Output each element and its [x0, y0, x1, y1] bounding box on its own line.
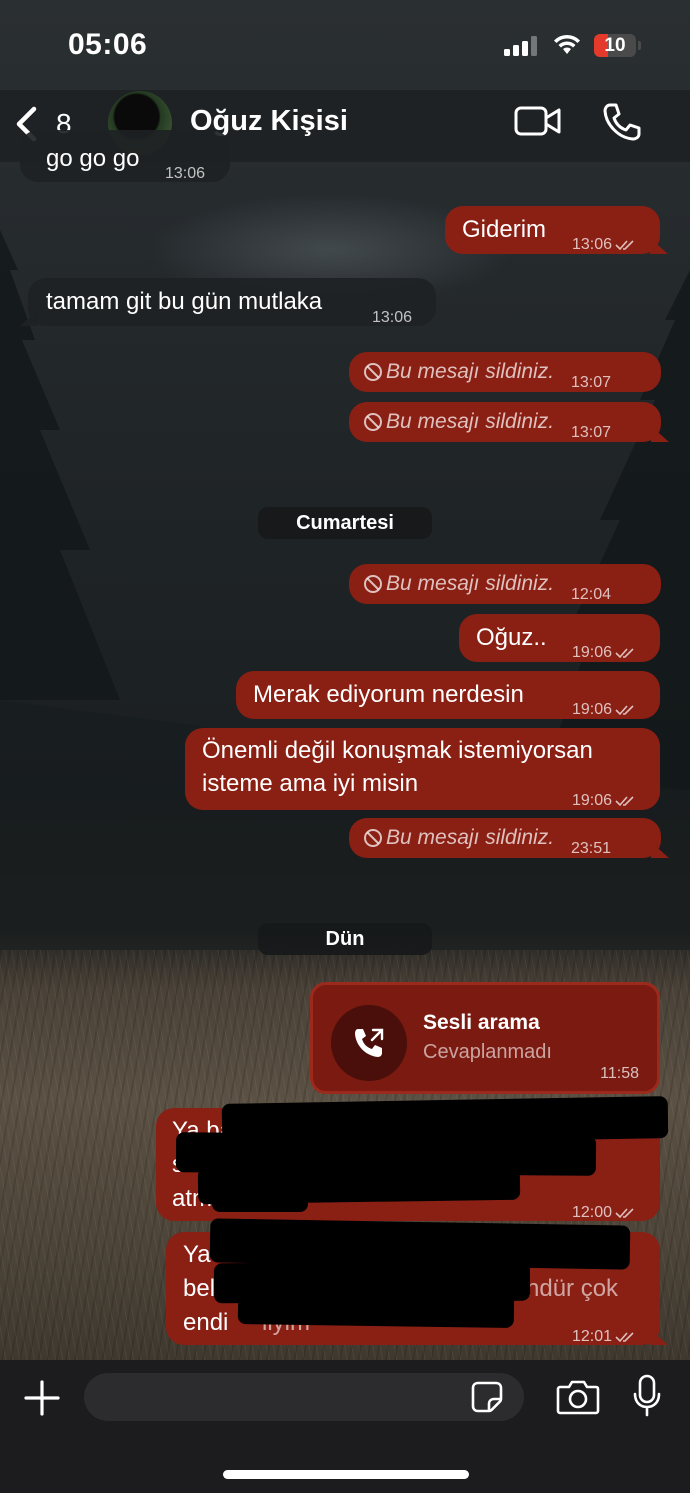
message-text-fragment: endi	[183, 1309, 229, 1336]
message-time: 19:06	[572, 636, 635, 670]
message-deleted[interactable]: Bu mesajı sildiniz. 23:51	[349, 818, 669, 858]
microphone-icon[interactable]	[632, 1374, 662, 1418]
composer-bar	[0, 1360, 690, 1493]
outgoing-call-icon	[355, 1028, 384, 1057]
message-text-line2: isteme ama iyi misin	[202, 770, 419, 797]
message-deleted[interactable]: Bu mesajı sildiniz. 13:07	[349, 402, 669, 442]
message-time: 13:06	[572, 228, 635, 262]
read-ticks-icon	[615, 705, 634, 715]
message-outgoing[interactable]: Önemli değil konuşmak istemiyorsan istem…	[185, 728, 660, 810]
message-time: 13:07	[571, 374, 612, 391]
read-ticks-icon	[615, 648, 634, 658]
read-ticks-icon	[615, 240, 634, 250]
message-text: tamam git bu gün mutlaka	[46, 288, 323, 315]
message-time: 19:06	[572, 784, 635, 818]
cellular-signal-icon	[504, 36, 538, 56]
home-indicator[interactable]	[223, 1470, 469, 1479]
deleted-icon	[364, 413, 382, 431]
message-time: 23:51	[571, 840, 612, 857]
message-deleted[interactable]: Bu mesajı sildiniz. 12:04	[349, 564, 661, 604]
call-status: Cevaplanmadı	[423, 1041, 552, 1063]
message-time: 13:06	[372, 309, 413, 326]
message-time-value: 19:06	[572, 701, 613, 718]
message-text-fragment: bel	[183, 1275, 216, 1302]
battery-level: 10	[604, 35, 626, 56]
call-title: Sesli arama	[423, 1011, 540, 1034]
message-text: Bu mesajı sildiniz.	[386, 360, 555, 383]
battery-tip	[638, 41, 641, 50]
message-outgoing[interactable]: Giderim 13:06	[445, 206, 668, 254]
deleted-icon	[364, 829, 382, 847]
message-text-fragment: ndür çok	[526, 1275, 619, 1302]
message-time-value: 19:06	[572, 644, 613, 661]
sticker-icon[interactable]	[470, 1380, 504, 1414]
message-text-line1: Önemli değil konuşmak istemiyorsan	[202, 737, 593, 764]
wifi-icon	[554, 34, 580, 54]
missed-call-card[interactable]: Sesli arama Cevaplanmadı 11:58	[310, 982, 660, 1094]
message-text: Bu mesajı sildiniz.	[386, 572, 555, 595]
read-ticks-icon	[615, 1332, 634, 1342]
redaction-scribble	[212, 1190, 308, 1212]
message-text: Merak ediyorum nerdesin	[253, 681, 524, 708]
message-text: Oğuz..	[476, 624, 547, 651]
message-time: 13:06	[165, 165, 206, 182]
battery-icon: 10	[594, 34, 636, 57]
status-bar: 05:06 10	[0, 0, 690, 90]
read-ticks-icon	[615, 796, 634, 806]
camera-icon[interactable]	[556, 1378, 600, 1416]
message-deleted[interactable]: Bu mesajı sildiniz. 13:07	[349, 352, 661, 392]
message-text: Bu mesajı sildiniz.	[386, 410, 555, 433]
message-time: 13:07	[571, 424, 612, 441]
message-input[interactable]	[84, 1373, 524, 1421]
message-time: 12:04	[571, 586, 612, 603]
redaction-scribble	[237, 1290, 515, 1328]
message-time-value: 12:00	[572, 1204, 613, 1221]
message-time-value: 19:06	[572, 792, 613, 809]
message-outgoing[interactable]: Oğuz.. 19:06	[459, 614, 660, 662]
plus-icon[interactable]	[22, 1378, 62, 1418]
message-text-fragment: Ya	[183, 1241, 211, 1268]
message-incoming[interactable]: tamam git bu gün mutlaka 13:06	[20, 278, 436, 326]
message-text: Bu mesajı sildiniz.	[386, 826, 555, 849]
message-time-value: 13:06	[572, 236, 613, 253]
date-separator: Dün	[258, 923, 432, 955]
call-icon-circle	[331, 1005, 407, 1081]
read-ticks-icon	[615, 1208, 634, 1218]
call-time: 11:58	[600, 1065, 639, 1082]
message-outgoing[interactable]: Merak ediyorum nerdesin 19:06	[236, 671, 660, 719]
message-time-value: 12:01	[572, 1328, 613, 1345]
date-separator: Cumartesi	[258, 507, 432, 539]
clock: 05:06	[68, 28, 148, 61]
message-time: 19:06	[572, 693, 635, 727]
deleted-icon	[364, 363, 382, 381]
message-text: Giderim	[462, 216, 547, 243]
deleted-icon	[364, 575, 382, 593]
message-time: 12:01	[572, 1320, 635, 1354]
